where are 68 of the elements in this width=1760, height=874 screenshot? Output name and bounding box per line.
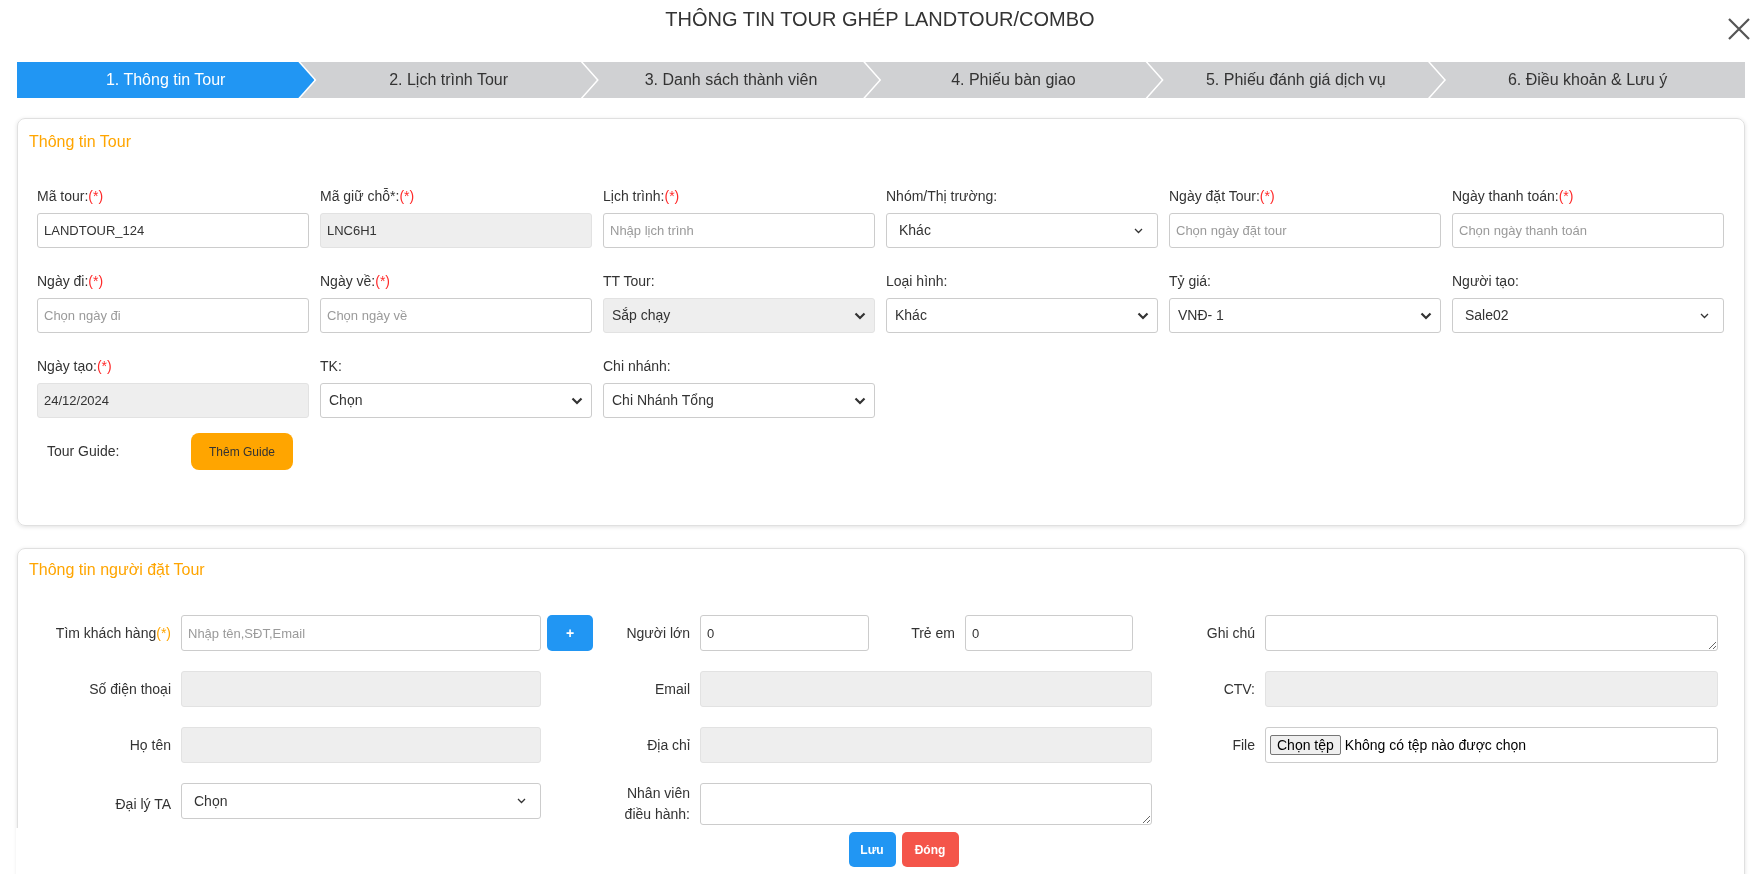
- dialog-title: THÔNG TIN TOUR GHÉP LANDTOUR/COMBO: [665, 8, 1095, 30]
- input-field[interactable]: 0: [700, 615, 869, 651]
- step-tab[interactable]: 5. Phiếu đánh giá dịch vụ: [1147, 62, 1444, 98]
- file-field[interactable]: Chọn tệp Không có tệp nào được chọn: [1265, 727, 1718, 763]
- text-area[interactable]: [1265, 615, 1718, 651]
- choose-file-button[interactable]: Chọn tệp: [1270, 735, 1341, 755]
- section-heading: Thông tin Tour: [29, 132, 132, 152]
- chevron-down-icon: [1137, 311, 1149, 320]
- input-field[interactable]: 0: [965, 615, 1133, 651]
- chevron-down-icon: [854, 396, 866, 405]
- field-label: Email: [655, 679, 690, 699]
- field-label: Ngày về:(*): [320, 271, 391, 291]
- add-guide-button[interactable]: Thêm Guide: [191, 433, 293, 470]
- chevron-down-icon: [854, 311, 866, 320]
- field-label: Số điện thoại: [89, 679, 171, 699]
- field-label: Ngày tạo:(*): [37, 356, 112, 376]
- file-status-text: Không có tệp nào được chọn: [1344, 735, 1527, 755]
- close-icon: [1728, 18, 1750, 40]
- input-field[interactable]: Chọn ngày về: [320, 298, 592, 333]
- chevron-down-icon: [1700, 312, 1709, 319]
- field-label: Tour Guide:: [47, 442, 121, 461]
- input-field[interactable]: Chọn ngày đi: [37, 298, 309, 333]
- field-label: Mã giữ chỗ*:(*): [320, 186, 415, 206]
- chevron-down-icon: [571, 396, 583, 405]
- chevron-down-icon: [1420, 311, 1432, 320]
- field-label: Người lớn: [626, 623, 690, 643]
- select-field[interactable]: Khác: [886, 213, 1158, 248]
- field-label: TK:: [320, 356, 342, 376]
- section-heading: Thông tin người đặt Tour: [29, 560, 206, 580]
- search-field[interactable]: Nhập tên,SĐT,Email: [181, 615, 541, 651]
- field-label: Họ tên: [129, 735, 171, 755]
- select-field[interactable]: Chọn: [320, 383, 592, 418]
- select-field[interactable]: VNĐ- 1: [1169, 298, 1441, 333]
- step-tab[interactable]: 4. Phiếu bàn giao: [865, 62, 1162, 98]
- step-tab[interactable]: 3. Danh sách thành viên: [582, 62, 880, 98]
- step-tab[interactable]: 2. Lịch trình Tour: [300, 62, 597, 98]
- field-label: Trẻ em: [911, 623, 955, 643]
- field-label: Ngày đi:(*): [37, 271, 104, 291]
- field-label: Địa chỉ: [647, 735, 690, 755]
- select-field[interactable]: Sale02: [1452, 298, 1724, 333]
- field-label: TT Tour:: [603, 271, 655, 291]
- field-label: Lịch trình:(*): [603, 186, 680, 206]
- input-field[interactable]: LANDTOUR_124: [37, 213, 309, 248]
- close-button[interactable]: [1726, 16, 1752, 42]
- field-label: Tỷ giá:: [1169, 271, 1211, 291]
- field-label: Loại hình:: [886, 271, 948, 291]
- field-label: Nhóm/Thị trường:: [886, 186, 998, 206]
- chevron-down-icon: [1134, 227, 1143, 234]
- field-label: Ghi chú: [1206, 623, 1255, 643]
- input-field[interactable]: Chọn ngày thanh toán: [1452, 213, 1724, 248]
- field-label: Người tạo:: [1452, 271, 1519, 291]
- field-label: File: [1232, 735, 1255, 755]
- chevron-down-icon: [517, 798, 526, 804]
- field-label: Nhân viên điều hành:: [623, 784, 690, 824]
- field-label: Chi nhánh:: [603, 356, 671, 376]
- text-area[interactable]: [700, 783, 1152, 825]
- field-label: Đại lý TA: [115, 794, 171, 814]
- input-field[interactable]: Nhập lịch trình: [603, 213, 875, 248]
- field-label: Tìm khách hàng(*): [55, 623, 171, 643]
- field-label: Ngày đặt Tour:(*): [1169, 186, 1275, 206]
- field-label: CTV:: [1223, 679, 1255, 699]
- field-label: Mã tour:(*): [37, 186, 104, 206]
- select-field[interactable]: Chi Nhánh Tổng: [603, 383, 875, 418]
- input-field[interactable]: Chọn ngày đặt tour: [1169, 213, 1441, 248]
- select-field[interactable]: Chọn: [181, 783, 541, 819]
- select-field[interactable]: Khác: [886, 298, 1158, 333]
- step-tab[interactable]: 6. Điều khoản & Lưu ý: [1430, 62, 1745, 98]
- field-label: Ngày thanh toán:(*): [1452, 186, 1574, 206]
